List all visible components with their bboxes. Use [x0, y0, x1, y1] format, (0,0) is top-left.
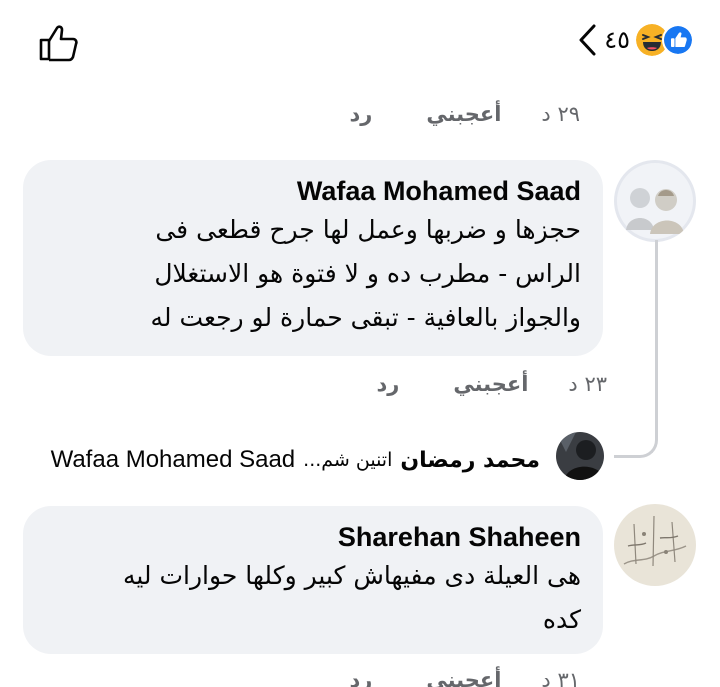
reply-preview[interactable]: محمد رمضان اتنين شم... Wafaa Mohamed Saa… — [51, 444, 540, 476]
reply-link[interactable]: رد — [349, 102, 372, 126]
reaction-icons — [636, 23, 698, 57]
reaction-count: ٤٥ — [604, 26, 630, 54]
comment-timestamp: ٢٩ د — [541, 102, 580, 126]
like-link[interactable]: أعجبني — [453, 372, 528, 396]
reply-link[interactable]: رد — [376, 372, 399, 396]
comment-timestamp: ٢٣ د — [568, 372, 607, 396]
chevron-left-icon[interactable] — [576, 23, 598, 57]
comment-bubble: Wafaa Mohamed Saad حجزها و ضربها وعمل له… — [23, 160, 603, 356]
like-link[interactable]: أعجبني — [426, 668, 501, 687]
comment-author[interactable]: Sharehan Shaheen — [45, 520, 581, 554]
comment-actions-row: رد أعجبني ٢٣ د — [376, 372, 607, 396]
reply-author[interactable]: محمد رمضان — [400, 448, 540, 473]
profile-photo — [614, 504, 696, 586]
reply-mention[interactable]: Wafaa Mohamed Saad — [51, 446, 296, 474]
reply-snippet: اتنين شم... — [303, 449, 393, 471]
avatar[interactable] — [614, 160, 696, 242]
like-button[interactable] — [38, 22, 80, 62]
like-link[interactable]: أعجبني — [426, 102, 501, 126]
thread-connector — [614, 240, 658, 458]
comment-timestamp: ٣١ د — [541, 668, 580, 687]
comment-actions-row: رد أعجبني ٣١ د — [349, 668, 580, 687]
thumbs-up-outline-icon — [39, 25, 78, 62]
profile-photo — [614, 160, 696, 242]
comment-actions-row: رد أعجبني ٢٩ د — [349, 102, 580, 126]
reply-link[interactable]: رد — [349, 668, 372, 687]
comment-author[interactable]: Wafaa Mohamed Saad — [45, 174, 581, 208]
comment-text: هى العيلة دى مفيهاش كبير وكلها حوارات لي… — [122, 561, 581, 634]
profile-photo — [556, 432, 604, 480]
like-reaction-icon — [662, 24, 694, 56]
avatar[interactable] — [614, 504, 696, 586]
comment-bubble: Sharehan Shaheen هى العيلة دى مفيهاش كبي… — [23, 506, 603, 654]
reactions-summary[interactable]: ٤٥ — [576, 22, 698, 58]
reply-avatar[interactable] — [556, 432, 604, 480]
comment-text: حجزها و ضربها وعمل لها جرح قطعى فى الراس… — [150, 215, 582, 332]
